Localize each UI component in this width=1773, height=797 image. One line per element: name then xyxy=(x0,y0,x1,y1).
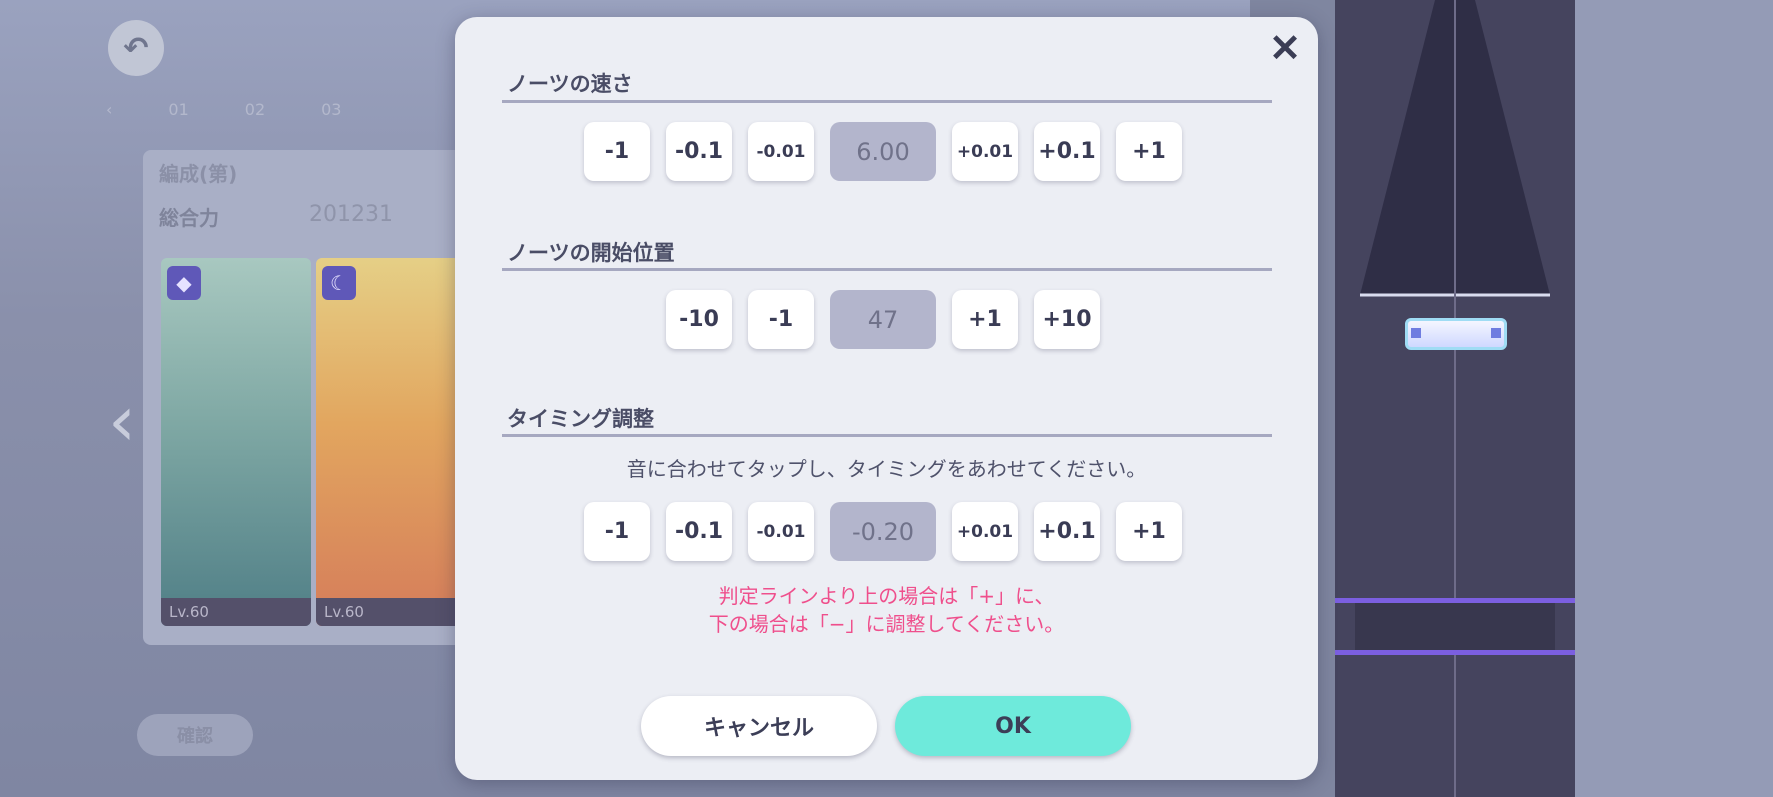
bottom-button[interactable]: 確認 xyxy=(137,714,253,756)
timing-plus-1[interactable]: +1 xyxy=(1116,502,1182,561)
timing-value: -0.20 xyxy=(830,502,936,561)
note-speed-plus-0-1[interactable]: +0.1 xyxy=(1034,122,1100,181)
team-title: 編成(第) xyxy=(159,162,238,186)
attribute-icon: ◆ xyxy=(167,266,201,300)
close-icon[interactable]: ✕ xyxy=(1263,27,1307,71)
section-divider xyxy=(502,434,1272,437)
judge-line xyxy=(1335,650,1575,655)
ok-button[interactable]: OK xyxy=(895,696,1131,756)
timing-minus-1[interactable]: -1 xyxy=(584,502,650,561)
timing-hint-line: 判定ラインより上の場合は「+」に、 xyxy=(718,584,1055,608)
team-power-label: 総合力 xyxy=(159,206,219,230)
note-start-title: ノーツの開始位置 xyxy=(507,241,675,265)
section-divider xyxy=(502,268,1272,271)
team-power-value: 201231 xyxy=(309,202,393,227)
note-speed-minus-1[interactable]: -1 xyxy=(584,122,650,181)
note-speed-plus-1[interactable]: +1 xyxy=(1116,122,1182,181)
member-card[interactable]: ☾ Lv.60 xyxy=(316,258,466,626)
timing-plus-0-1[interactable]: +0.1 xyxy=(1034,502,1100,561)
note-start-minus-10[interactable]: -10 xyxy=(666,290,732,349)
timing-controls: -1 -0.1 -0.01 -0.20 +0.01 +0.1 +1 xyxy=(584,502,1182,561)
cancel-button[interactable]: キャンセル xyxy=(641,696,877,756)
timing-minus-0-1[interactable]: -0.1 xyxy=(666,502,732,561)
note-speed-title: ノーツの速さ xyxy=(507,72,633,96)
attribute-icon: ☾ xyxy=(322,266,356,300)
chevron-left-icon[interactable]: ‹ xyxy=(108,380,136,462)
card-level: Lv.60 xyxy=(161,598,311,626)
section-divider xyxy=(502,100,1272,103)
timing-plus-0-01[interactable]: +0.01 xyxy=(952,502,1018,561)
note-speed-minus-0-01[interactable]: -0.01 xyxy=(748,122,814,181)
bg-tab[interactable]: 01 xyxy=(168,100,188,119)
back-icon[interactable]: ↶ xyxy=(108,20,164,76)
lane-center-line xyxy=(1454,0,1456,797)
note-speed-controls: -1 -0.1 -0.01 6.00 +0.01 +0.1 +1 xyxy=(584,122,1182,181)
timing-hint: 判定ラインより上の場合は「+」に、 下の場合は「−」に調整してください。 xyxy=(455,582,1318,638)
team-panel: 編成(第) 総合力 201231 ◆ Lv.60 ☾ Lv.60 xyxy=(143,150,473,645)
background-tabs: ‹ 01 02 03 xyxy=(106,100,341,119)
note-speed-value: 6.00 xyxy=(830,122,936,181)
background-decoration xyxy=(1575,0,1773,797)
note-speed-minus-0-1[interactable]: -0.1 xyxy=(666,122,732,181)
note-start-plus-10[interactable]: +10 xyxy=(1034,290,1100,349)
lane-preview xyxy=(1335,0,1575,797)
bg-tab[interactable]: 02 xyxy=(245,100,265,119)
timing-hint-line: 下の場合は「−」に調整してください。 xyxy=(708,612,1065,636)
judge-area xyxy=(1355,603,1555,650)
card-level: Lv.60 xyxy=(316,598,466,626)
note-start-minus-1[interactable]: -1 xyxy=(748,290,814,349)
timing-description: 音に合わせてタップし、タイミングをあわせてください。 xyxy=(626,457,1147,481)
bg-tab[interactable]: 03 xyxy=(321,100,341,119)
member-card[interactable]: ◆ Lv.60 xyxy=(161,258,311,626)
settings-dialog: ✕ ノーツの速さ -1 -0.1 -0.01 6.00 +0.01 +0.1 +… xyxy=(455,17,1318,780)
note-start-plus-1[interactable]: +1 xyxy=(952,290,1018,349)
note-start-value: 47 xyxy=(830,290,936,349)
timing-minus-0-01[interactable]: -0.01 xyxy=(748,502,814,561)
note-preview xyxy=(1405,318,1507,350)
note-speed-plus-0-01[interactable]: +0.01 xyxy=(952,122,1018,181)
note-start-controls: -10 -1 47 +1 +10 xyxy=(666,290,1100,349)
chevron-left-icon: ‹ xyxy=(106,100,113,119)
timing-title: タイミング調整 xyxy=(507,407,654,431)
